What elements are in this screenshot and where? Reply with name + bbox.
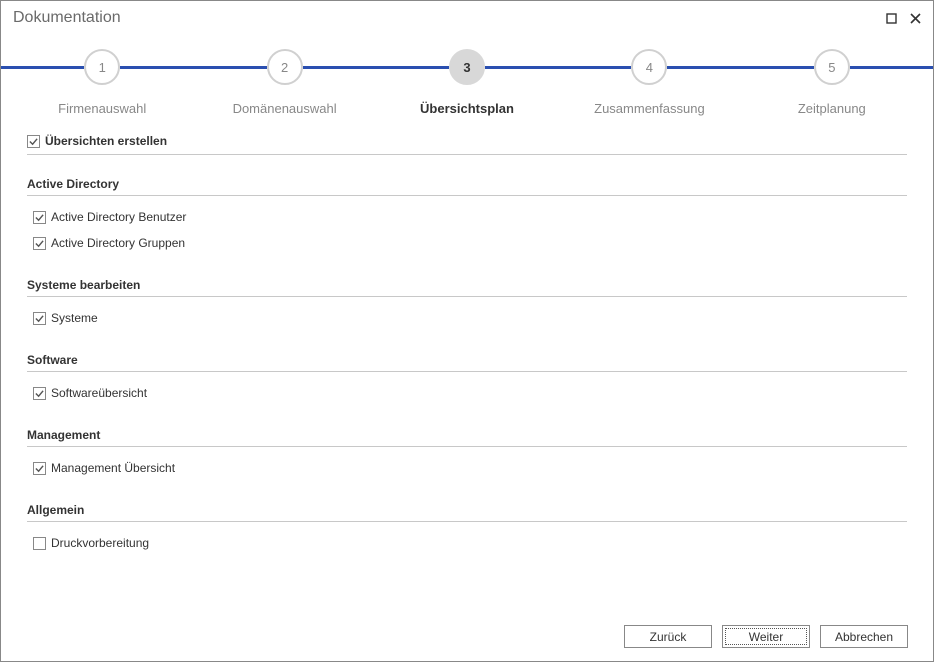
step-circle: 2 bbox=[267, 49, 303, 85]
section: Systeme bearbeiten Systeme bbox=[27, 278, 907, 331]
checkbox[interactable] bbox=[33, 537, 46, 550]
section-header: Systeme bearbeiten bbox=[27, 278, 907, 297]
section-items: Softwareübersicht bbox=[27, 372, 907, 406]
step-label: Domänenauswahl bbox=[193, 101, 375, 116]
step-circle: 4 bbox=[631, 49, 667, 85]
titlebar: Dokumentation bbox=[1, 1, 933, 31]
step-4[interactable]: 4 Zusammenfassung bbox=[558, 49, 740, 116]
section-items: Druckvorbereitung bbox=[27, 522, 907, 556]
checkbox-label: Management Übersicht bbox=[51, 461, 175, 475]
window-title: Dokumentation bbox=[13, 9, 121, 27]
section-items: Systeme bbox=[27, 297, 907, 331]
section-header: Active Directory bbox=[27, 177, 907, 196]
footer-buttons: Zurück Weiter Abbrechen bbox=[624, 625, 908, 648]
checkbox-row: Druckvorbereitung bbox=[33, 530, 907, 556]
section: Software Softwareübersicht bbox=[27, 353, 907, 406]
checkbox[interactable] bbox=[33, 462, 46, 475]
section-items: Management Übersicht bbox=[27, 447, 907, 481]
checkbox-label: Active Directory Gruppen bbox=[51, 236, 185, 250]
window-controls bbox=[883, 10, 923, 26]
master-checkbox[interactable] bbox=[27, 135, 40, 148]
step-3[interactable]: 3 Übersichtsplan bbox=[376, 49, 558, 116]
step-circle: 5 bbox=[814, 49, 850, 85]
checkbox-row: Softwareübersicht bbox=[33, 380, 907, 406]
step-5[interactable]: 5 Zeitplanung bbox=[741, 49, 923, 116]
checkbox-label: Systeme bbox=[51, 311, 98, 325]
checkbox-row: Active Directory Benutzer bbox=[33, 204, 907, 230]
step-label: Firmenauswahl bbox=[11, 101, 193, 116]
step-1[interactable]: 1 Firmenauswahl bbox=[11, 49, 193, 116]
section-header: Allgemein bbox=[27, 503, 907, 522]
cancel-button[interactable]: Abbrechen bbox=[820, 625, 908, 648]
maximize-icon[interactable] bbox=[883, 10, 899, 26]
checkbox-label: Druckvorbereitung bbox=[51, 536, 149, 550]
checkbox-row: Active Directory Gruppen bbox=[33, 230, 907, 256]
section-header: Management bbox=[27, 428, 907, 447]
step-circle: 3 bbox=[449, 49, 485, 85]
section: Allgemein Druckvorbereitung bbox=[27, 503, 907, 556]
checkbox[interactable] bbox=[33, 387, 46, 400]
checkbox[interactable] bbox=[33, 211, 46, 224]
checkbox-label: Softwareübersicht bbox=[51, 386, 147, 400]
checkbox-row: Management Übersicht bbox=[33, 455, 907, 481]
wizard-stepper: 1 Firmenauswahl 2 Domänenauswahl 3 Übersichts… bbox=[1, 31, 933, 126]
section-items: Active Directory Benutzer Active Director… bbox=[27, 196, 907, 256]
section: Management Management Übersicht bbox=[27, 428, 907, 481]
checkbox-row: Systeme bbox=[33, 305, 907, 331]
step-label: Zeitplanung bbox=[741, 101, 923, 116]
content-area: Übersichten erstellen Active DirectoryAc… bbox=[1, 126, 933, 556]
step-label: Übersichtsplan bbox=[376, 101, 558, 116]
close-icon[interactable] bbox=[907, 10, 923, 26]
step-label: Zusammenfassung bbox=[558, 101, 740, 116]
section-header: Software bbox=[27, 353, 907, 372]
back-button[interactable]: Zurück bbox=[624, 625, 712, 648]
master-checkbox-label: Übersichten erstellen bbox=[45, 134, 167, 148]
checkbox-label: Active Directory Benutzer bbox=[51, 210, 186, 224]
master-checkbox-row: Übersichten erstellen bbox=[27, 134, 907, 155]
next-button[interactable]: Weiter bbox=[722, 625, 810, 648]
section: Active DirectoryActive Directory Benutze… bbox=[27, 177, 907, 256]
step-circle: 1 bbox=[84, 49, 120, 85]
checkbox[interactable] bbox=[33, 312, 46, 325]
step-2[interactable]: 2 Domänenauswahl bbox=[193, 49, 375, 116]
checkbox[interactable] bbox=[33, 237, 46, 250]
